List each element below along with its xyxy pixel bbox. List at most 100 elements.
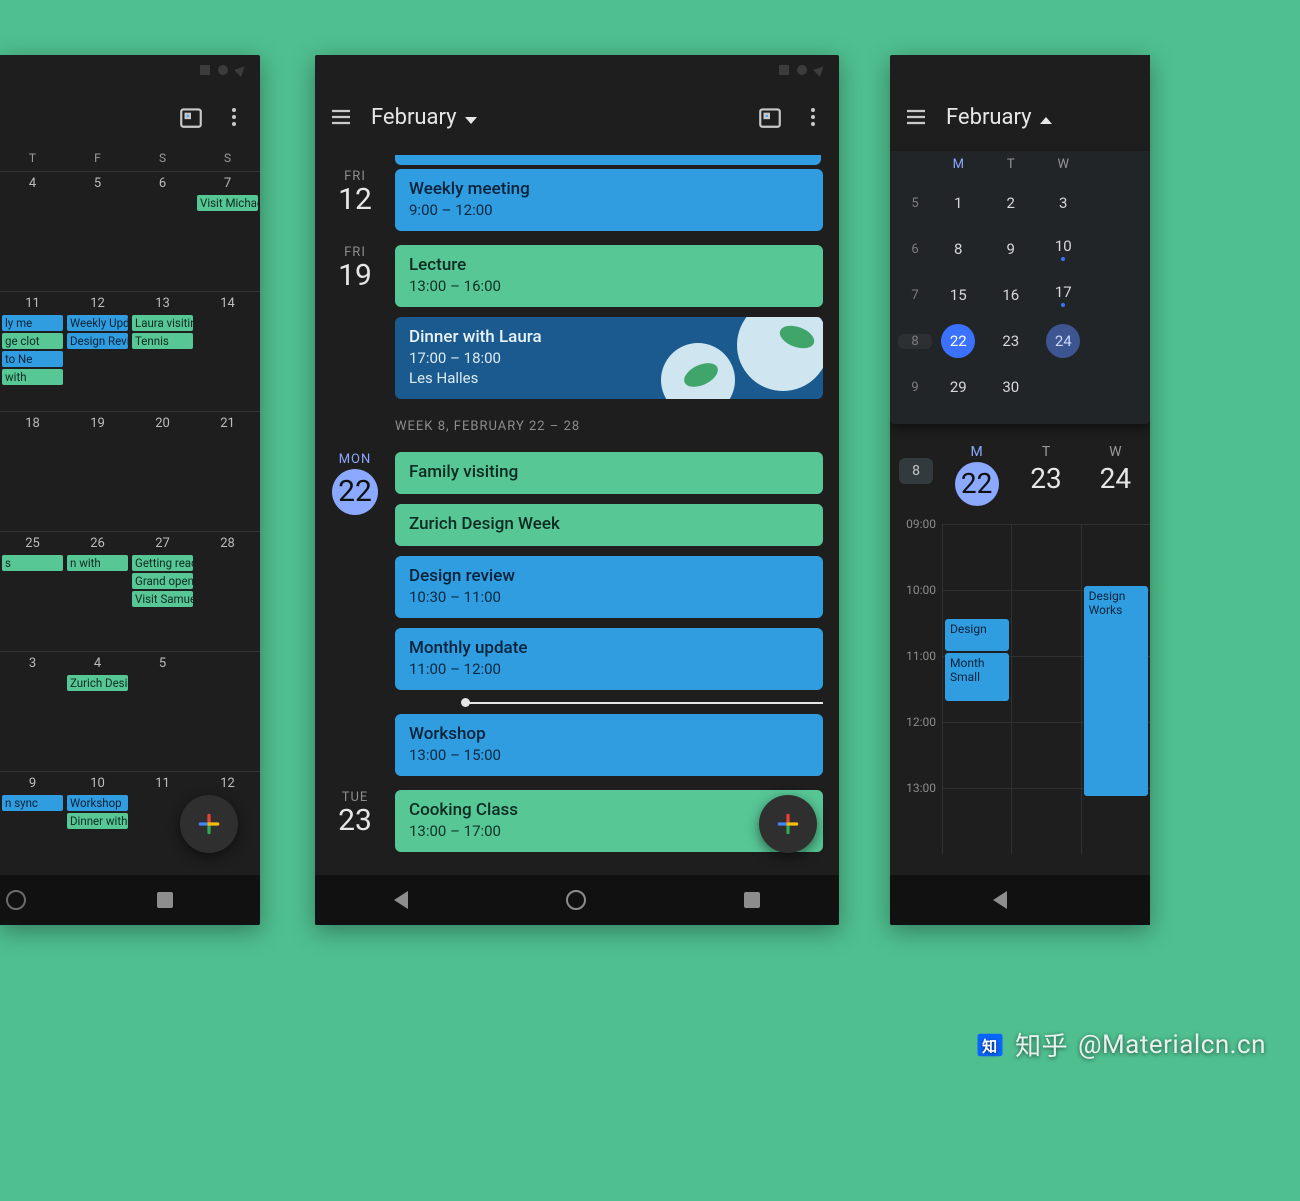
android-navbar: [0, 875, 260, 925]
menu-icon[interactable]: [904, 105, 928, 129]
mini-date[interactable]: 1: [932, 194, 985, 212]
month-cell[interactable]: 4Zurich Desig: [65, 651, 130, 771]
month-cell[interactable]: 6: [130, 171, 195, 291]
mini-date[interactable]: 17: [1037, 283, 1090, 307]
event-chip[interactable]: s: [2, 555, 63, 571]
mini-date[interactable]: 29: [932, 378, 985, 396]
mini-date[interactable]: 30: [985, 378, 1038, 396]
overflow-menu-icon[interactable]: [222, 105, 246, 129]
event-block[interactable]: DesignWorks: [1084, 586, 1148, 796]
month-cell[interactable]: 9n sync: [0, 771, 65, 891]
month-cell[interactable]: 4: [0, 171, 65, 291]
day-column[interactable]: DesignWorks: [1081, 524, 1150, 854]
event-title: Family visiting: [409, 462, 809, 482]
month-cell[interactable]: 12Weekly UpdDesign Revi: [65, 291, 130, 411]
mini-date[interactable]: 23: [985, 332, 1038, 350]
month-cell[interactable]: 26n with: [65, 531, 130, 651]
mini-date[interactable]: 15: [932, 286, 985, 304]
month-cell[interactable]: 19: [65, 411, 130, 531]
month-cell[interactable]: 3: [0, 651, 65, 771]
event-card[interactable]: Lecture13:00 – 16:00: [395, 245, 823, 307]
event-chip[interactable]: Design Revi: [67, 333, 128, 349]
create-fab[interactable]: [759, 795, 817, 853]
nav-home-icon[interactable]: [566, 890, 586, 910]
event-card[interactable]: Weekly meeting9:00 – 12:00: [395, 169, 823, 231]
event-chip[interactable]: with: [2, 369, 63, 385]
event-chip[interactable]: Getting read: [132, 555, 193, 571]
event-chip[interactable]: Visit Michae: [197, 195, 258, 211]
event-chip[interactable]: Visit Samuel: [132, 591, 193, 607]
event-time: 11:00 – 12:00: [409, 660, 809, 678]
month-cell[interactable]: [195, 651, 260, 771]
day-column[interactable]: DesignMonthSmall: [942, 524, 1011, 854]
weekday-label: T: [985, 157, 1038, 172]
month-cell[interactable]: 13Laura visitinTennis: [130, 291, 195, 411]
day-column[interactable]: [1011, 524, 1080, 854]
month-cell[interactable]: 25s: [0, 531, 65, 651]
mini-date[interactable]: 10: [1037, 237, 1090, 261]
event-card[interactable]: Zurich Design Week: [395, 504, 823, 546]
day-column-header[interactable]: W24: [1081, 444, 1150, 506]
event-block[interactable]: Design: [945, 619, 1009, 651]
nav-recent-icon[interactable]: [744, 892, 760, 908]
date-number: 20: [132, 416, 193, 431]
mini-date[interactable]: 2: [985, 194, 1038, 212]
nav-assist-icon[interactable]: [6, 890, 26, 910]
today-icon[interactable]: [178, 104, 204, 130]
event-block[interactable]: MonthSmall: [945, 653, 1009, 701]
today-icon[interactable]: [757, 104, 783, 130]
event-chip[interactable]: Workshop: [67, 795, 128, 811]
mini-date[interactable]: 9: [985, 240, 1038, 258]
event-chip[interactable]: Weekly Upd: [67, 315, 128, 331]
mini-date[interactable]: 16: [985, 286, 1038, 304]
month-cell[interactable]: 5: [65, 171, 130, 291]
month-cell[interactable]: 20: [130, 411, 195, 531]
mini-date[interactable]: 24: [1037, 324, 1090, 358]
nav-back-icon[interactable]: [993, 891, 1007, 909]
month-cell[interactable]: 27Getting readGrand openiVisit Samuel: [130, 531, 195, 651]
month-cell[interactable]: 28: [195, 531, 260, 651]
event-chip[interactable]: ly me: [2, 315, 63, 331]
create-fab[interactable]: [180, 795, 238, 853]
month-dropdown[interactable]: February: [946, 105, 1052, 130]
event-chip[interactable]: Tennis: [132, 333, 193, 349]
overflow-menu-icon[interactable]: [801, 105, 825, 129]
month-cell[interactable]: 7Visit Michae: [195, 171, 260, 291]
event-chip[interactable]: n sync: [2, 795, 63, 811]
mini-date[interactable]: 8: [932, 240, 985, 258]
day-column-header[interactable]: M22: [942, 444, 1011, 506]
event-chip[interactable]: ge clot: [2, 333, 63, 349]
mini-month[interactable]: MTW5123689107151617822232492930: [890, 151, 1150, 424]
event-time: 13:00 – 17:00: [409, 822, 809, 840]
mini-date[interactable]: 22: [932, 324, 985, 358]
mini-date[interactable]: 3: [1037, 194, 1090, 212]
event-card[interactable]: Dinner with Laura17:00 – 18:00Les Halles: [395, 317, 823, 399]
month-cell[interactable]: 10WorkshopDinner with: [65, 771, 130, 891]
menu-icon[interactable]: [329, 105, 353, 129]
month-cell[interactable]: 14: [195, 291, 260, 411]
day-header[interactable]: FRI19: [315, 245, 395, 399]
nav-back-icon[interactable]: [394, 891, 408, 909]
event-card[interactable]: Workshop13:00 – 15:00: [395, 714, 823, 776]
weekday-label: T: [0, 151, 65, 165]
month-cell[interactable]: 21: [195, 411, 260, 531]
day-column-header[interactable]: T23: [1011, 444, 1080, 506]
event-card[interactable]: Family visiting: [395, 452, 823, 494]
day-header[interactable]: MON22: [315, 452, 395, 776]
day-header[interactable]: FRI12: [315, 169, 395, 231]
event-card[interactable]: Design review10:30 – 11:00: [395, 556, 823, 618]
nav-recent-icon[interactable]: [157, 892, 173, 908]
event-chip[interactable]: Laura visitin: [132, 315, 193, 331]
event-chip[interactable]: Dinner with: [67, 813, 128, 829]
month-cell[interactable]: 11ly mege clotto Newith: [0, 291, 65, 411]
day-header[interactable]: TUE23: [315, 790, 395, 852]
weekday-label: W: [1037, 157, 1090, 172]
event-chip[interactable]: Zurich Desig: [67, 675, 128, 691]
month-cell[interactable]: 5: [130, 651, 195, 771]
event-chip[interactable]: to Ne: [2, 351, 63, 367]
month-cell[interactable]: 18: [0, 411, 65, 531]
event-chip[interactable]: n with: [67, 555, 128, 571]
month-dropdown[interactable]: February: [371, 105, 477, 130]
event-chip[interactable]: Grand openi: [132, 573, 193, 589]
event-card[interactable]: Monthly update11:00 – 12:00: [395, 628, 823, 690]
